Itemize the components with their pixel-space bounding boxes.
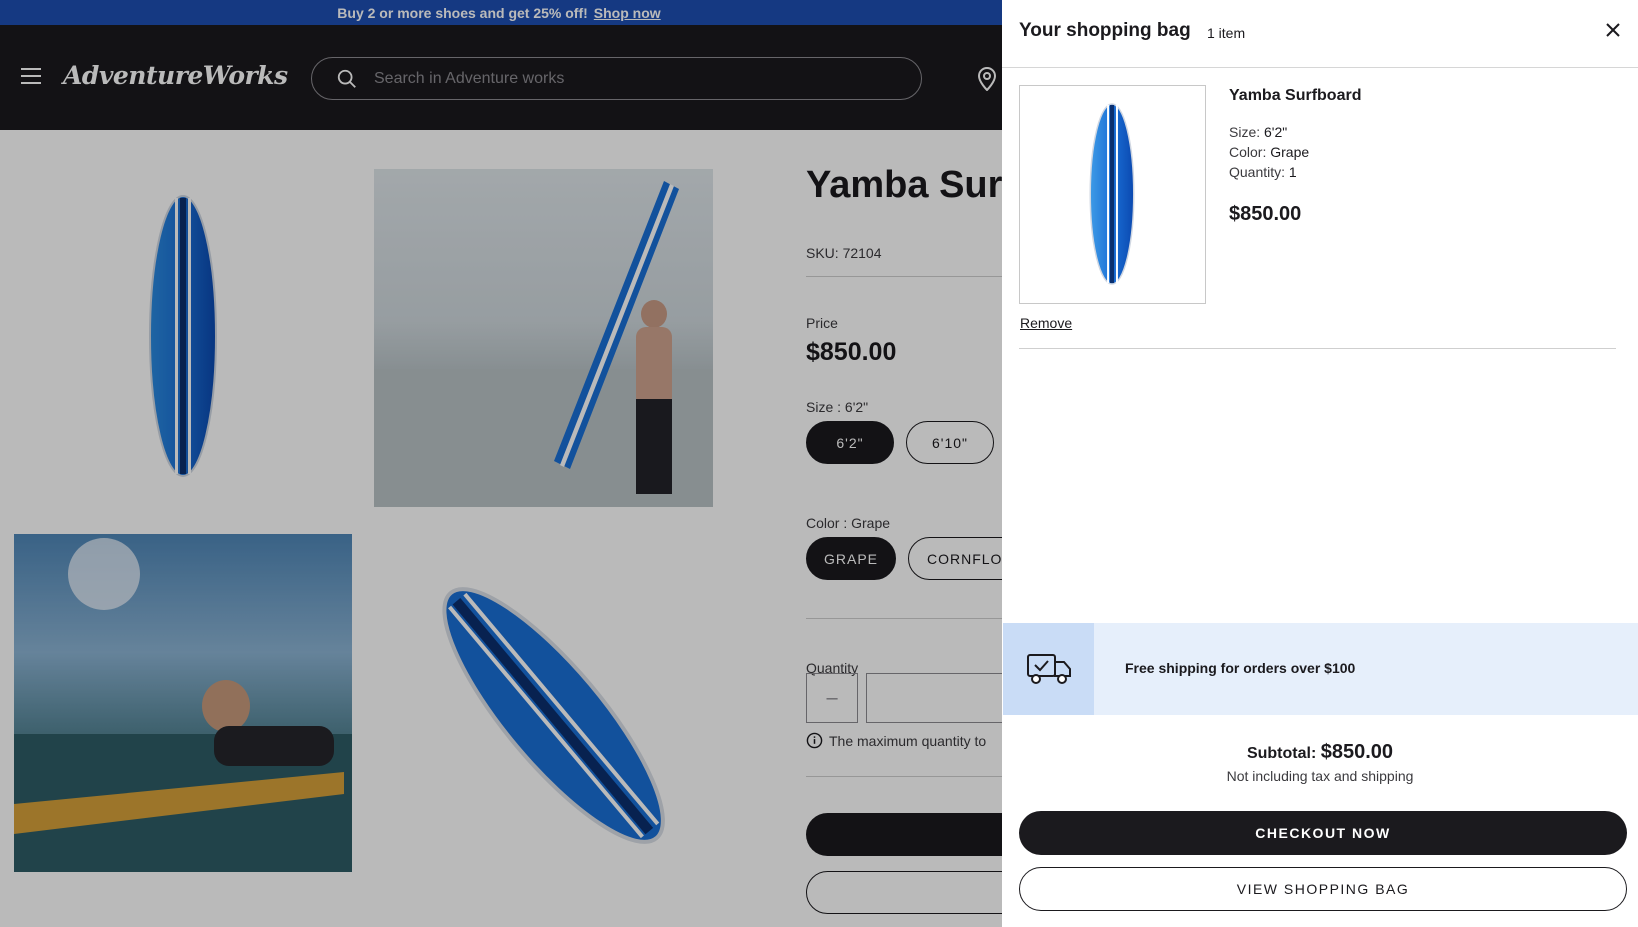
- color-attr-label: Color:: [1229, 144, 1267, 160]
- cart-item-image[interactable]: [1019, 85, 1206, 304]
- modal-backdrop[interactable]: [0, 0, 1002, 927]
- color-attr-value: Grape: [1270, 144, 1310, 160]
- cart-item-color: Color: Grape: [1229, 144, 1309, 160]
- checkout-now-button[interactable]: CHECKOUT NOW: [1019, 811, 1627, 855]
- subtotal-label: Subtotal:: [1246, 745, 1317, 762]
- quantity-attr-label: Quantity:: [1229, 164, 1286, 180]
- size-attr-value: 6'2": [1264, 124, 1288, 140]
- item-count: 1 item: [1207, 25, 1246, 41]
- shipping-icon-box: [1003, 623, 1094, 715]
- drawer-title: Your shopping bag: [1019, 20, 1191, 41]
- shopping-bag-drawer: Your shopping bag 1 item Yamba Surfboard…: [1002, 0, 1638, 927]
- cart-item-price: $850.00: [1229, 203, 1302, 225]
- subtotal-value: $850.00: [1320, 741, 1394, 763]
- close-button[interactable]: [1602, 19, 1624, 41]
- cart-item-size: Size: 6'2": [1229, 124, 1287, 140]
- cart-item-name[interactable]: Yamba Surfboard: [1229, 87, 1361, 105]
- close-icon: [1606, 23, 1620, 37]
- subtotal-line: Subtotal: $850.00: [1002, 741, 1638, 764]
- delivery-truck-icon: [1026, 654, 1071, 684]
- size-attr-label: Size:: [1229, 124, 1261, 140]
- item-divider: [1019, 348, 1616, 349]
- free-shipping-banner: Free shipping for orders over $100: [1003, 623, 1638, 715]
- quantity-attr-value: 1: [1288, 164, 1297, 180]
- subtotal-note: Not including tax and shipping: [1226, 768, 1414, 784]
- view-shopping-bag-button[interactable]: VIEW SHOPPING BAG: [1019, 867, 1627, 911]
- free-shipping-text: Free shipping for orders over $100: [1125, 660, 1356, 676]
- drawer-divider: [1002, 67, 1638, 68]
- remove-item-link[interactable]: Remove: [1020, 315, 1072, 331]
- cart-item-quantity: Quantity: 1: [1229, 164, 1297, 180]
